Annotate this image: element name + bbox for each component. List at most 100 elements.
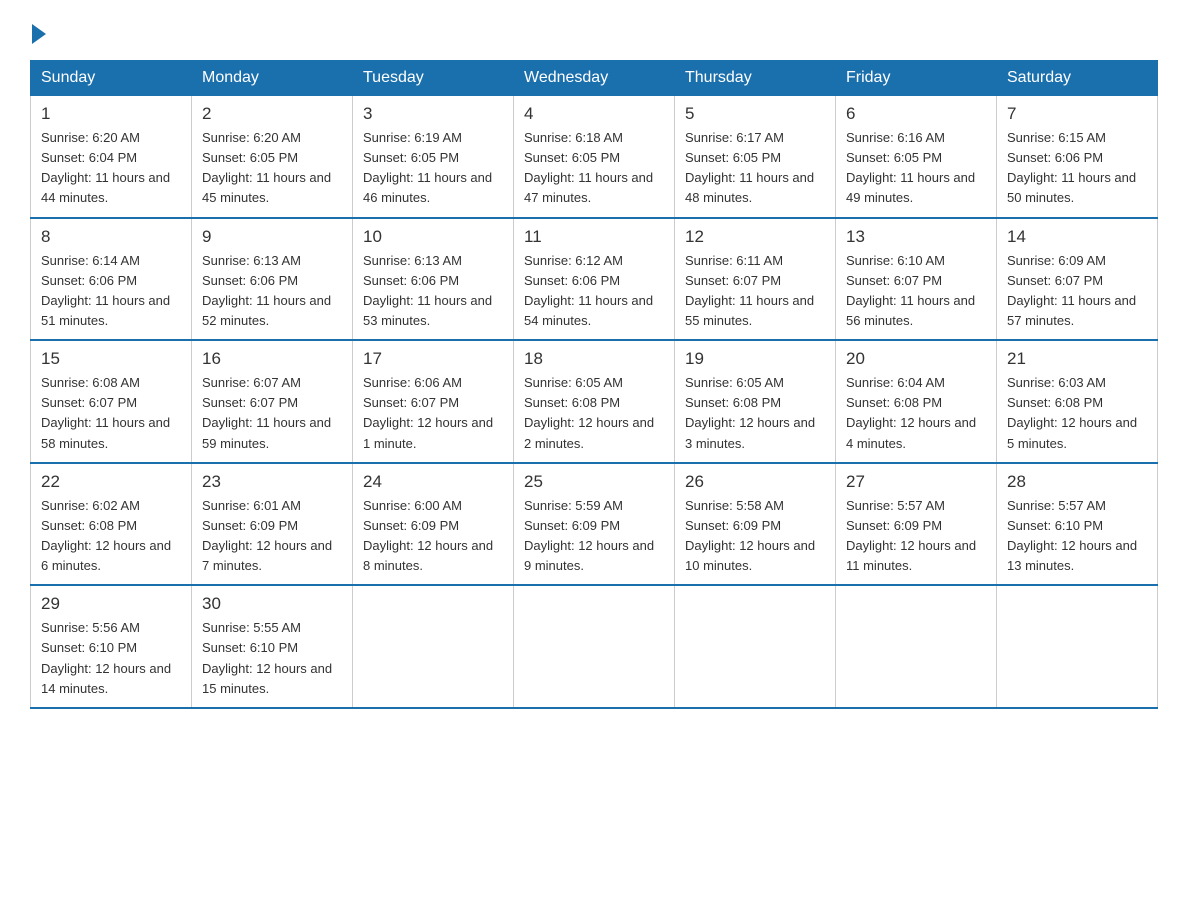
day-info: Sunrise: 6:11 AM Sunset: 6:07 PM Dayligh… <box>685 251 825 332</box>
calendar-day-cell: 23 Sunrise: 6:01 AM Sunset: 6:09 PM Dayl… <box>192 463 353 586</box>
day-info: Sunrise: 6:06 AM Sunset: 6:07 PM Dayligh… <box>363 373 503 454</box>
calendar-day-cell: 21 Sunrise: 6:03 AM Sunset: 6:08 PM Dayl… <box>997 340 1158 463</box>
day-info: Sunrise: 6:05 AM Sunset: 6:08 PM Dayligh… <box>685 373 825 454</box>
day-number: 3 <box>363 104 503 124</box>
day-info: Sunrise: 6:19 AM Sunset: 6:05 PM Dayligh… <box>363 128 503 209</box>
day-number: 15 <box>41 349 181 369</box>
day-number: 21 <box>1007 349 1147 369</box>
calendar-day-cell: 12 Sunrise: 6:11 AM Sunset: 6:07 PM Dayl… <box>675 218 836 341</box>
day-info: Sunrise: 6:16 AM Sunset: 6:05 PM Dayligh… <box>846 128 986 209</box>
day-info: Sunrise: 6:17 AM Sunset: 6:05 PM Dayligh… <box>685 128 825 209</box>
day-info: Sunrise: 6:04 AM Sunset: 6:08 PM Dayligh… <box>846 373 986 454</box>
day-info: Sunrise: 5:59 AM Sunset: 6:09 PM Dayligh… <box>524 496 664 577</box>
day-info: Sunrise: 5:55 AM Sunset: 6:10 PM Dayligh… <box>202 618 342 699</box>
day-number: 27 <box>846 472 986 492</box>
logo <box>30 20 46 40</box>
calendar-day-cell: 6 Sunrise: 6:16 AM Sunset: 6:05 PM Dayli… <box>836 96 997 218</box>
day-info: Sunrise: 6:02 AM Sunset: 6:08 PM Dayligh… <box>41 496 181 577</box>
day-info: Sunrise: 6:01 AM Sunset: 6:09 PM Dayligh… <box>202 496 342 577</box>
day-number: 11 <box>524 227 664 247</box>
day-number: 7 <box>1007 104 1147 124</box>
day-info: Sunrise: 6:13 AM Sunset: 6:06 PM Dayligh… <box>202 251 342 332</box>
calendar-day-cell: 7 Sunrise: 6:15 AM Sunset: 6:06 PM Dayli… <box>997 96 1158 218</box>
weekday-header-sunday: Sunday <box>31 61 192 96</box>
calendar-day-cell: 19 Sunrise: 6:05 AM Sunset: 6:08 PM Dayl… <box>675 340 836 463</box>
calendar-day-cell <box>675 585 836 708</box>
weekday-header-saturday: Saturday <box>997 61 1158 96</box>
day-info: Sunrise: 5:56 AM Sunset: 6:10 PM Dayligh… <box>41 618 181 699</box>
calendar-day-cell: 4 Sunrise: 6:18 AM Sunset: 6:05 PM Dayli… <box>514 96 675 218</box>
day-number: 17 <box>363 349 503 369</box>
day-number: 9 <box>202 227 342 247</box>
calendar-day-cell: 29 Sunrise: 5:56 AM Sunset: 6:10 PM Dayl… <box>31 585 192 708</box>
calendar-day-cell: 16 Sunrise: 6:07 AM Sunset: 6:07 PM Dayl… <box>192 340 353 463</box>
calendar-day-cell: 25 Sunrise: 5:59 AM Sunset: 6:09 PM Dayl… <box>514 463 675 586</box>
weekday-header-monday: Monday <box>192 61 353 96</box>
calendar-day-cell: 30 Sunrise: 5:55 AM Sunset: 6:10 PM Dayl… <box>192 585 353 708</box>
day-info: Sunrise: 6:15 AM Sunset: 6:06 PM Dayligh… <box>1007 128 1147 209</box>
day-info: Sunrise: 6:03 AM Sunset: 6:08 PM Dayligh… <box>1007 373 1147 454</box>
day-number: 5 <box>685 104 825 124</box>
calendar-week-row: 1 Sunrise: 6:20 AM Sunset: 6:04 PM Dayli… <box>31 96 1158 218</box>
calendar-day-cell: 2 Sunrise: 6:20 AM Sunset: 6:05 PM Dayli… <box>192 96 353 218</box>
day-number: 20 <box>846 349 986 369</box>
day-info: Sunrise: 6:20 AM Sunset: 6:04 PM Dayligh… <box>41 128 181 209</box>
calendar-day-cell: 28 Sunrise: 5:57 AM Sunset: 6:10 PM Dayl… <box>997 463 1158 586</box>
calendar-day-cell: 3 Sunrise: 6:19 AM Sunset: 6:05 PM Dayli… <box>353 96 514 218</box>
day-number: 25 <box>524 472 664 492</box>
calendar-week-row: 8 Sunrise: 6:14 AM Sunset: 6:06 PM Dayli… <box>31 218 1158 341</box>
day-info: Sunrise: 6:05 AM Sunset: 6:08 PM Dayligh… <box>524 373 664 454</box>
day-info: Sunrise: 5:58 AM Sunset: 6:09 PM Dayligh… <box>685 496 825 577</box>
day-number: 26 <box>685 472 825 492</box>
calendar-day-cell: 13 Sunrise: 6:10 AM Sunset: 6:07 PM Dayl… <box>836 218 997 341</box>
calendar-week-row: 15 Sunrise: 6:08 AM Sunset: 6:07 PM Dayl… <box>31 340 1158 463</box>
day-number: 4 <box>524 104 664 124</box>
day-number: 22 <box>41 472 181 492</box>
day-number: 28 <box>1007 472 1147 492</box>
day-info: Sunrise: 6:10 AM Sunset: 6:07 PM Dayligh… <box>846 251 986 332</box>
day-number: 23 <box>202 472 342 492</box>
day-info: Sunrise: 6:12 AM Sunset: 6:06 PM Dayligh… <box>524 251 664 332</box>
day-number: 1 <box>41 104 181 124</box>
calendar-day-cell: 22 Sunrise: 6:02 AM Sunset: 6:08 PM Dayl… <box>31 463 192 586</box>
calendar-table: SundayMondayTuesdayWednesdayThursdayFrid… <box>30 60 1158 709</box>
day-number: 18 <box>524 349 664 369</box>
day-info: Sunrise: 6:09 AM Sunset: 6:07 PM Dayligh… <box>1007 251 1147 332</box>
weekday-header-friday: Friday <box>836 61 997 96</box>
calendar-header: SundayMondayTuesdayWednesdayThursdayFrid… <box>31 61 1158 96</box>
calendar-day-cell <box>514 585 675 708</box>
day-info: Sunrise: 6:20 AM Sunset: 6:05 PM Dayligh… <box>202 128 342 209</box>
calendar-day-cell: 24 Sunrise: 6:00 AM Sunset: 6:09 PM Dayl… <box>353 463 514 586</box>
day-number: 6 <box>846 104 986 124</box>
day-info: Sunrise: 5:57 AM Sunset: 6:10 PM Dayligh… <box>1007 496 1147 577</box>
weekday-header-row: SundayMondayTuesdayWednesdayThursdayFrid… <box>31 61 1158 96</box>
logo-arrow-icon <box>32 24 46 44</box>
calendar-day-cell: 8 Sunrise: 6:14 AM Sunset: 6:06 PM Dayli… <box>31 218 192 341</box>
day-number: 14 <box>1007 227 1147 247</box>
calendar-day-cell: 18 Sunrise: 6:05 AM Sunset: 6:08 PM Dayl… <box>514 340 675 463</box>
weekday-header-tuesday: Tuesday <box>353 61 514 96</box>
calendar-day-cell <box>997 585 1158 708</box>
day-info: Sunrise: 5:57 AM Sunset: 6:09 PM Dayligh… <box>846 496 986 577</box>
calendar-day-cell: 5 Sunrise: 6:17 AM Sunset: 6:05 PM Dayli… <box>675 96 836 218</box>
calendar-day-cell: 15 Sunrise: 6:08 AM Sunset: 6:07 PM Dayl… <box>31 340 192 463</box>
calendar-body: 1 Sunrise: 6:20 AM Sunset: 6:04 PM Dayli… <box>31 96 1158 708</box>
day-number: 30 <box>202 594 342 614</box>
day-info: Sunrise: 6:07 AM Sunset: 6:07 PM Dayligh… <box>202 373 342 454</box>
day-info: Sunrise: 6:08 AM Sunset: 6:07 PM Dayligh… <box>41 373 181 454</box>
day-number: 10 <box>363 227 503 247</box>
weekday-header-thursday: Thursday <box>675 61 836 96</box>
day-number: 13 <box>846 227 986 247</box>
day-number: 12 <box>685 227 825 247</box>
day-info: Sunrise: 6:00 AM Sunset: 6:09 PM Dayligh… <box>363 496 503 577</box>
calendar-week-row: 22 Sunrise: 6:02 AM Sunset: 6:08 PM Dayl… <box>31 463 1158 586</box>
calendar-day-cell: 27 Sunrise: 5:57 AM Sunset: 6:09 PM Dayl… <box>836 463 997 586</box>
calendar-day-cell <box>353 585 514 708</box>
weekday-header-wednesday: Wednesday <box>514 61 675 96</box>
day-info: Sunrise: 6:14 AM Sunset: 6:06 PM Dayligh… <box>41 251 181 332</box>
calendar-day-cell <box>836 585 997 708</box>
calendar-day-cell: 9 Sunrise: 6:13 AM Sunset: 6:06 PM Dayli… <box>192 218 353 341</box>
calendar-day-cell: 1 Sunrise: 6:20 AM Sunset: 6:04 PM Dayli… <box>31 96 192 218</box>
day-number: 16 <box>202 349 342 369</box>
calendar-day-cell: 26 Sunrise: 5:58 AM Sunset: 6:09 PM Dayl… <box>675 463 836 586</box>
